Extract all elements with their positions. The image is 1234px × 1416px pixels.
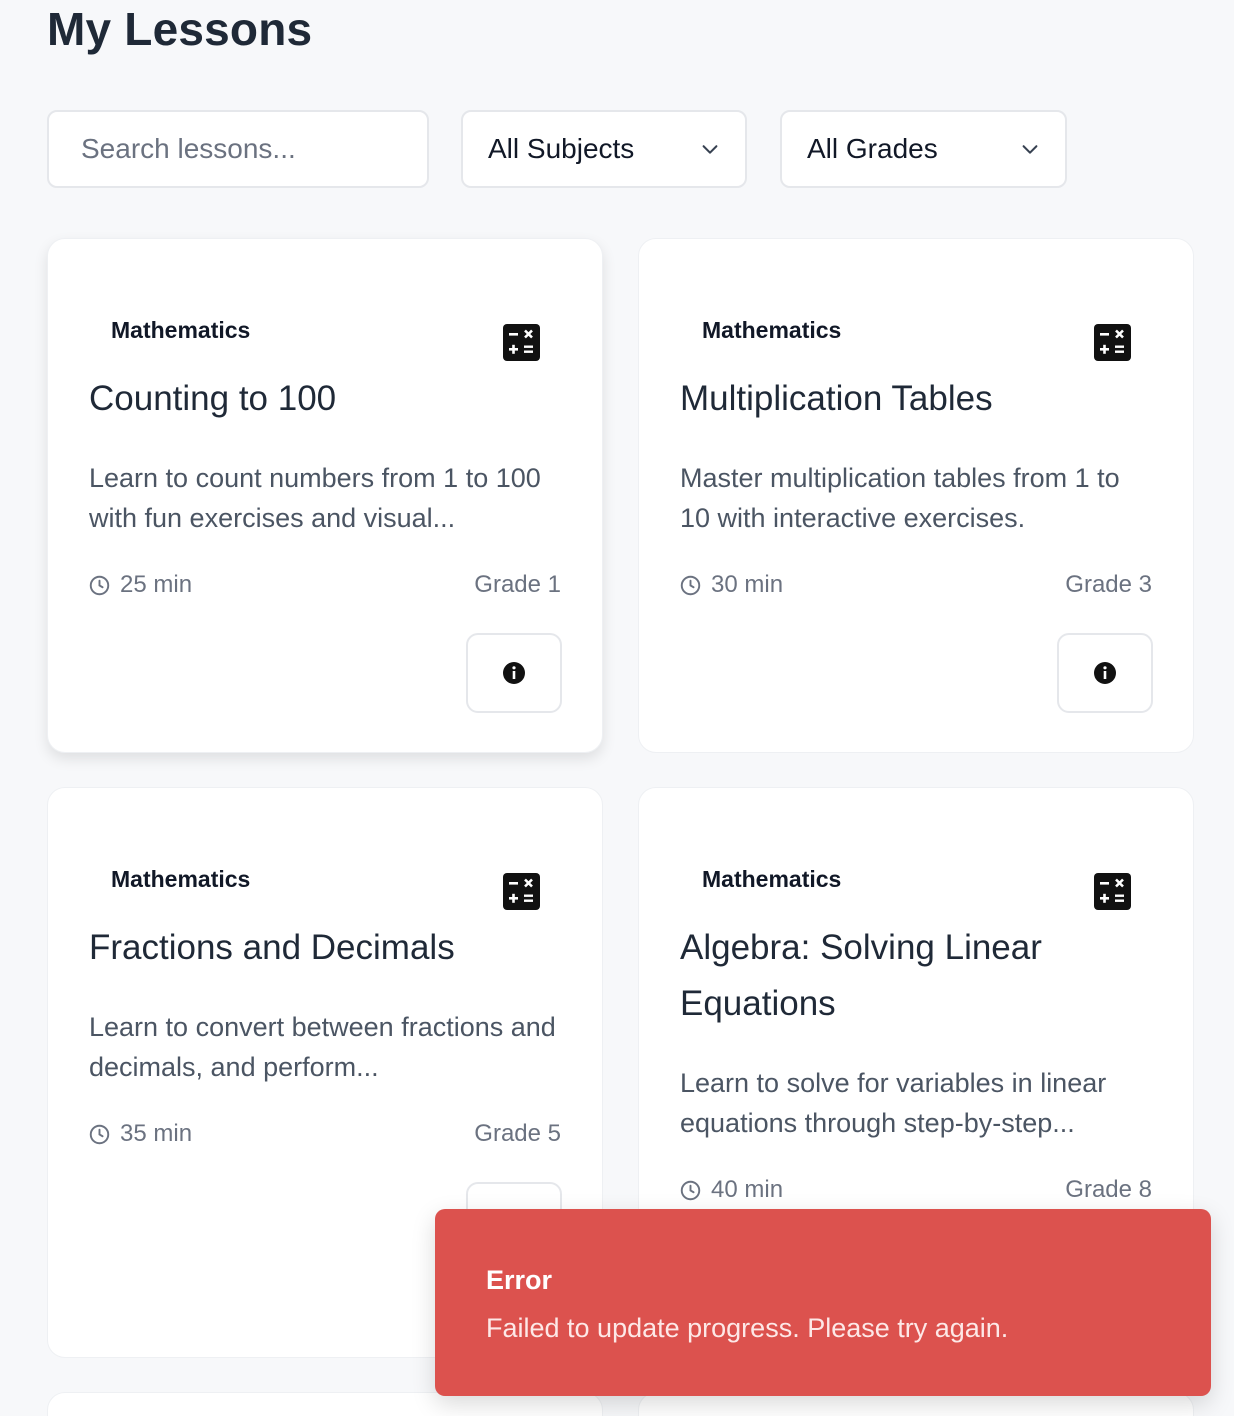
lesson-duration: 25 min [89, 571, 192, 599]
lesson-description: Learn to convert between fractions and d… [89, 1012, 556, 1082]
lesson-duration: 35 min [89, 1120, 192, 1148]
subject-filter-value: All Subjects [488, 133, 635, 164]
lesson-card[interactable]: Mathematics Multiplication Tables Master… [638, 238, 1194, 753]
clock-icon [89, 1124, 110, 1144]
lesson-card[interactable]: Mathematics Counting to 100 Learn to cou… [47, 238, 603, 753]
toast-title: Error [486, 1265, 553, 1295]
calculator-icon [503, 873, 540, 910]
lesson-info-button[interactable] [466, 633, 562, 713]
lesson-duration: 40 min [680, 1176, 783, 1204]
toast-message: Failed to update progress. Please try ag… [486, 1313, 1009, 1343]
lesson-description: Learn to solve for variables in linear e… [680, 1068, 1107, 1138]
grade-filter-value: All Grades [807, 133, 938, 164]
clock-icon [680, 575, 701, 595]
lesson-duration-text: 25 min [120, 571, 193, 598]
lesson-duration-text: 35 min [120, 1120, 193, 1147]
chevron-down-icon [1022, 145, 1038, 154]
lesson-subject: Mathematics [111, 317, 251, 343]
lesson-title: Counting to 100 [89, 379, 337, 418]
lesson-duration-text: 30 min [711, 571, 784, 598]
lesson-title: Multiplication Tables [680, 379, 993, 418]
lesson-grade: Grade 5 [474, 1120, 561, 1147]
subject-filter-select[interactable]: All Subjects [461, 110, 747, 188]
info-icon [1094, 662, 1116, 684]
page-title: My Lessons [47, 3, 313, 55]
lesson-info-button[interactable] [1057, 633, 1153, 713]
lesson-grade: Grade 3 [1065, 571, 1152, 598]
lesson-subject: Mathematics [702, 317, 842, 343]
lesson-duration-text: 40 min [711, 1176, 784, 1203]
lesson-grade: Grade 8 [1065, 1176, 1152, 1203]
lesson-title: Fractions and Decimals [89, 928, 455, 967]
lesson-duration: 30 min [680, 571, 783, 599]
lesson-subject: Mathematics [111, 866, 251, 892]
error-toast[interactable]: Error Failed to update progress. Please … [435, 1209, 1211, 1396]
info-icon [503, 662, 525, 684]
calculator-icon [503, 324, 540, 361]
grade-filter-select[interactable]: All Grades [780, 110, 1067, 188]
clock-icon [680, 1180, 701, 1200]
lesson-description: Master multiplication tables from 1 to 1… [680, 463, 1120, 533]
lesson-grade: Grade 1 [474, 571, 561, 598]
search-input[interactable] [47, 110, 429, 188]
lesson-subject: Mathematics [702, 866, 842, 892]
calculator-icon [1094, 873, 1131, 910]
clock-icon [89, 575, 110, 595]
lesson-title: Algebra: Solving Linear Equations [680, 928, 1042, 1023]
lesson-description: Learn to count numbers from 1 to 100 wit… [89, 463, 541, 533]
calculator-icon [1094, 324, 1131, 361]
chevron-down-icon [702, 145, 718, 154]
